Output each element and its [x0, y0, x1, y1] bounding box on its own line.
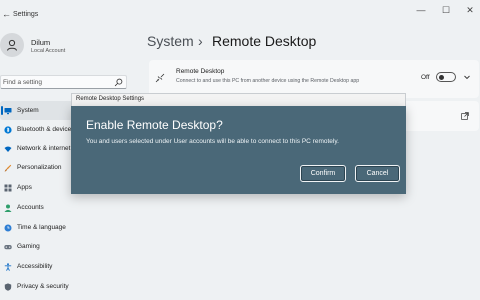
brush-icon: [4, 164, 12, 172]
apps-icon: [4, 184, 12, 192]
title-bar: ← Settings — ☐ ✕: [0, 0, 480, 28]
external-link-icon[interactable]: [461, 112, 469, 120]
shield-icon: [4, 283, 12, 291]
sidebar-item-label: Gaming: [17, 243, 40, 250]
remote-desktop-toggle[interactable]: [436, 72, 456, 82]
sidebar-item-label: Privacy & security: [17, 283, 69, 290]
sidebar-item-gaming[interactable]: Gaming: [0, 237, 130, 256]
sidebar-item-time-language[interactable]: Time & language: [0, 218, 130, 237]
sidebar-item-label: Accessibility: [17, 263, 53, 270]
accessibility-icon: [4, 263, 12, 271]
minimize-button[interactable]: —: [413, 5, 429, 15]
search-icon[interactable]: [114, 78, 123, 87]
toggle-state-label: Off: [421, 74, 430, 81]
app-title: Settings: [13, 11, 39, 18]
wifi-icon: [4, 145, 12, 153]
settings-window: ← Settings — ☐ ✕ Dilum Local Account Sys…: [0, 0, 480, 300]
dialog-message: You and users selected under User accoun…: [86, 138, 339, 145]
sidebar-item-label: Network & internet: [17, 145, 71, 152]
sidebar-item-label: Bluetooth & devices: [17, 126, 75, 133]
sidebar-item-accounts[interactable]: Accounts: [0, 198, 130, 217]
gamepad-icon: [4, 243, 12, 251]
confirm-button[interactable]: Confirm: [300, 165, 346, 182]
monitor-icon: [4, 107, 12, 115]
search-input[interactable]: [3, 77, 113, 88]
remote-desktop-description: Connect to and use this PC from another …: [176, 78, 360, 84]
close-button[interactable]: ✕: [462, 5, 478, 16]
page-title: Remote Desktop: [212, 33, 317, 49]
sidebar-item-label: Accounts: [17, 204, 44, 211]
profile-account-type: Local Account: [31, 48, 66, 54]
bluetooth-icon: [4, 126, 12, 134]
dialog-caption: Remote Desktop Settings: [76, 96, 145, 102]
back-arrow-icon[interactable]: ←: [2, 9, 11, 19]
cancel-button[interactable]: Cancel: [355, 165, 400, 182]
profile-name: Dilum: [31, 38, 51, 47]
sidebar-item-label: System: [17, 107, 39, 114]
sidebar-item-label: Time & language: [17, 224, 66, 231]
sidebar-item-privacy[interactable]: Privacy & security: [0, 277, 130, 296]
remote-connection-icon: [155, 73, 165, 83]
remote-desktop-title: Remote Desktop: [176, 68, 225, 75]
person-icon: [4, 204, 12, 212]
toggle-knob: [439, 74, 444, 80]
avatar[interactable]: [0, 33, 24, 57]
person-icon: [7, 39, 17, 51]
breadcrumb-system[interactable]: System: [147, 33, 194, 49]
sidebar-item-accessibility[interactable]: Accessibility: [0, 257, 130, 276]
globe-clock-icon: [4, 224, 12, 232]
maximize-button[interactable]: ☐: [438, 5, 454, 16]
sidebar-item-label: Personalization: [17, 164, 62, 171]
dialog-heading: Enable Remote Desktop?: [86, 118, 223, 132]
breadcrumb-separator: ›: [198, 33, 203, 49]
search-box[interactable]: [0, 75, 127, 89]
sidebar-item-label: Apps: [17, 184, 32, 191]
chevron-down-icon[interactable]: [463, 73, 471, 81]
